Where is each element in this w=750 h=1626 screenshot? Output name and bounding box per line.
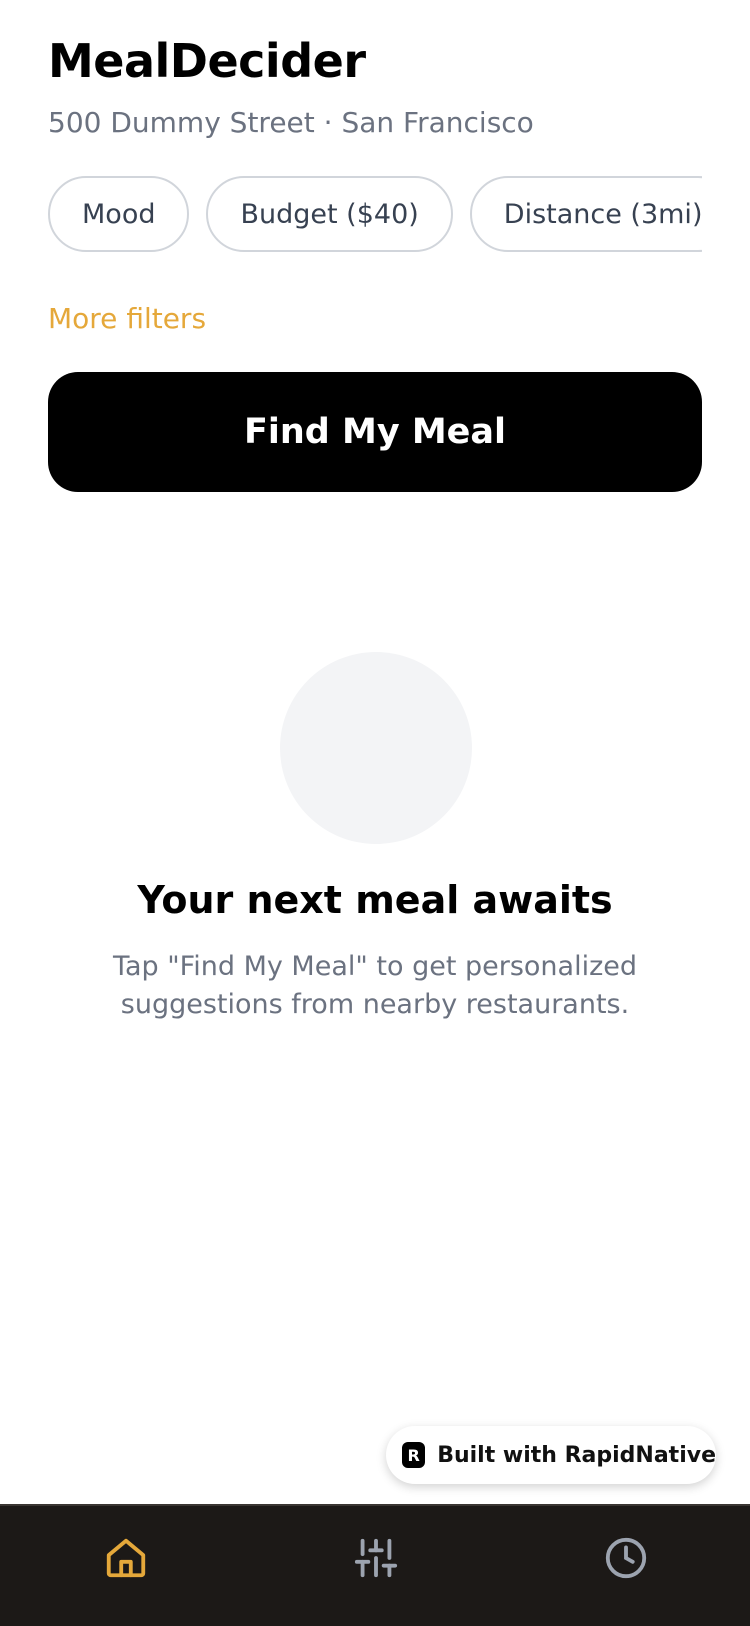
empty-state-title: Your next meal awaits	[137, 878, 613, 922]
app-title: MealDecider	[48, 34, 366, 88]
built-with-badge[interactable]: R Built with RapidNative	[386, 1426, 716, 1484]
location-address: 500 Dummy Street · San Francisco	[48, 106, 534, 139]
filter-chip-mood[interactable]: Mood	[48, 176, 190, 252]
tab-history[interactable]	[596, 1528, 656, 1588]
empty-state-illustration	[280, 652, 472, 844]
more-filters-link[interactable]: More filters	[48, 302, 206, 335]
find-my-meal-button[interactable]: Find My Meal	[48, 372, 702, 492]
filter-chip-budget[interactable]: Budget ($40)	[206, 176, 453, 252]
rapidnative-logo-icon: R	[402, 1442, 426, 1468]
clock-icon	[605, 1537, 647, 1579]
empty-state-description: Tap "Find My Meal" to get personalized s…	[112, 951, 638, 1020]
bottom-tab-bar	[0, 1504, 750, 1626]
badge-label: Built with RapidNative	[437, 1442, 716, 1468]
tab-filters[interactable]	[346, 1528, 406, 1588]
tab-home[interactable]	[96, 1528, 156, 1588]
filter-chips: Mood Budget ($40) Distance (3mi)	[48, 176, 702, 252]
sliders-icon	[354, 1538, 398, 1578]
filter-chip-distance[interactable]: Distance (3mi)	[469, 176, 702, 252]
home-icon	[106, 1538, 146, 1578]
